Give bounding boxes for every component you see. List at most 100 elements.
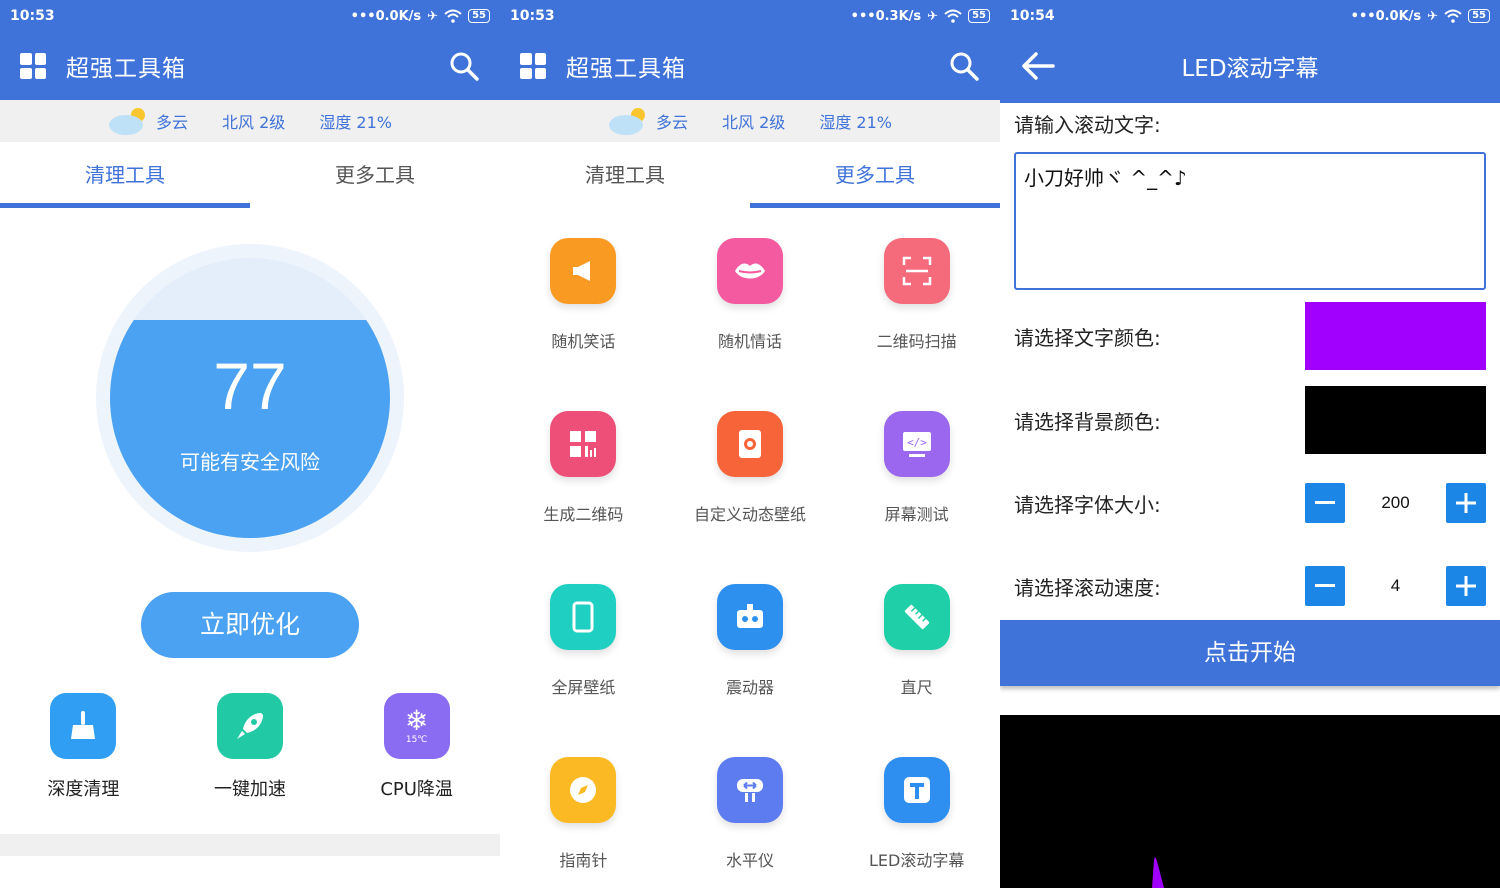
- speed-row: 请选择滚动速度: 4: [1014, 566, 1486, 606]
- airplane-icon: ✈: [427, 8, 439, 24]
- quick-actions: 深度清理 一键加速 ❄ 15℃ CPU降温: [0, 693, 500, 801]
- app-bar: LED滚动字幕: [1000, 32, 1500, 100]
- scan-icon: [883, 238, 950, 304]
- tool-random-love-words[interactable]: 随机情话: [667, 238, 834, 411]
- wallpaper-icon: [716, 411, 783, 477]
- tool-led-scroll-text[interactable]: LED滚动字幕: [833, 757, 1000, 888]
- quick-cpu-cool[interactable]: ❄ 15℃ CPU降温: [337, 693, 497, 801]
- weather-wind: 北风 2级: [222, 113, 286, 132]
- svg-text:</>: </>: [907, 436, 927, 449]
- wifi-icon: [944, 9, 962, 23]
- app-bar: 超强工具箱: [500, 32, 1000, 100]
- tab-more-tools[interactable]: 更多工具: [250, 142, 500, 208]
- divider: [0, 834, 500, 856]
- speed-decrease-button[interactable]: [1305, 566, 1345, 606]
- text-color-swatch[interactable]: [1305, 302, 1486, 370]
- quick-deep-clean[interactable]: 深度清理: [3, 693, 163, 801]
- security-score: 77: [213, 349, 287, 423]
- compass-icon: [550, 757, 617, 823]
- status-bar: 10:54 •••0.0K/s ✈ 55: [1000, 0, 1500, 32]
- input-label: 请输入滚动文字:: [1014, 113, 1161, 137]
- battery-icon: 55: [968, 9, 990, 23]
- network-speed: •••0.0K/s: [350, 8, 422, 24]
- tool-generate-qr[interactable]: 生成二维码: [500, 411, 667, 584]
- bg-color-swatch[interactable]: [1305, 386, 1486, 454]
- rocket-icon: [216, 693, 283, 759]
- weather-humidity: 湿度 21%: [319, 113, 392, 132]
- vibrator-icon: [716, 584, 783, 650]
- tool-screen-test[interactable]: </> 屏幕测试: [833, 411, 1000, 584]
- status-bar: 10:53 •••0.0K/s ✈ 55: [0, 0, 500, 32]
- back-arrow-icon[interactable]: [1020, 48, 1056, 84]
- wifi-icon: [1444, 9, 1462, 23]
- tool-fullscreen-wallpaper[interactable]: 全屏壁纸: [500, 584, 667, 757]
- menu-grid-icon[interactable]: [520, 53, 546, 79]
- scroll-text-input[interactable]: 小刀好帅ヾ ^_^♪: [1014, 152, 1486, 290]
- airplane-icon: ✈: [1427, 8, 1439, 24]
- screen-more-tools: 10:53 •••0.3K/s ✈ 55 超强工具箱 多云 北风 2级 湿度 2…: [500, 0, 1000, 888]
- tool-level[interactable]: 水平仪: [667, 757, 834, 888]
- status-time: 10:53: [10, 8, 55, 24]
- tool-compass[interactable]: 指南针: [500, 757, 667, 888]
- tool-custom-live-wallpaper[interactable]: 自定义动态壁纸: [667, 411, 834, 584]
- app-title: 超强工具箱: [66, 56, 186, 82]
- font-size-value: 200: [1381, 493, 1410, 512]
- tool-ruler[interactable]: 直尺: [833, 584, 1000, 757]
- security-status: 可能有安全风险: [180, 450, 320, 474]
- snowflake-icon: ❄ 15℃: [383, 693, 450, 759]
- megaphone-icon: [550, 238, 617, 304]
- level-icon: [716, 757, 783, 823]
- qrcode-icon: [550, 411, 617, 477]
- tools-grid: 随机笑话 随机情话 二维码扫描 生成二维码 自定义动态壁纸 </> 屏幕测试 全…: [500, 238, 1000, 888]
- led-preview: [1000, 715, 1500, 888]
- speed-increase-button[interactable]: [1446, 566, 1486, 606]
- menu-grid-icon[interactable]: [20, 53, 46, 79]
- weather-condition: 多云: [656, 113, 689, 132]
- start-button[interactable]: 点击开始: [1000, 620, 1500, 686]
- ruler-icon: [883, 584, 950, 650]
- tab-clean-tools[interactable]: 清理工具: [500, 142, 750, 208]
- network-speed: •••0.0K/s: [1350, 8, 1422, 24]
- tool-qr-scan[interactable]: 二维码扫描: [833, 238, 1000, 411]
- screen-test-icon: </>: [883, 411, 950, 477]
- page-title: LED滚动字幕: [1181, 56, 1319, 82]
- app-title: 超强工具箱: [566, 56, 686, 82]
- tab-bar: 清理工具 更多工具: [0, 142, 500, 208]
- font-size-decrease-button[interactable]: [1305, 483, 1345, 523]
- weather-condition: 多云: [156, 113, 189, 132]
- search-icon[interactable]: [448, 50, 480, 82]
- search-icon[interactable]: [948, 50, 980, 82]
- text-color-row: 请选择文字颜色:: [1014, 302, 1486, 370]
- battery-icon: 55: [468, 9, 490, 23]
- phone-icon: [550, 584, 617, 650]
- font-size-increase-button[interactable]: [1446, 483, 1486, 523]
- status-time: 10:53: [510, 8, 555, 24]
- header: 10:53 •••0.0K/s ✈ 55 超强工具箱: [0, 0, 500, 100]
- quick-speed-up[interactable]: 一键加速: [170, 693, 330, 801]
- tab-indicator: [750, 203, 1000, 208]
- broom-icon: [50, 693, 117, 759]
- weather-humidity: 湿度 21%: [819, 113, 892, 132]
- weather-wind: 北风 2级: [722, 113, 786, 132]
- screen-clean-tools: 10:53 •••0.0K/s ✈ 55 超强工具箱 多云 北风 2级 湿度 2…: [0, 0, 500, 888]
- status-time: 10:54: [1010, 8, 1055, 24]
- optimize-button[interactable]: 立即优化: [141, 592, 359, 658]
- tool-vibrator[interactable]: 震动器: [667, 584, 834, 757]
- header: 10:54 •••0.0K/s ✈ 55 LED滚动字幕: [1000, 0, 1500, 103]
- font-size-stepper: 200: [1305, 483, 1486, 523]
- weather-bar: 多云 北风 2级 湿度 21%: [500, 100, 1000, 142]
- battery-icon: 55: [1468, 9, 1490, 23]
- header: 10:53 •••0.3K/s ✈ 55 超强工具箱: [500, 0, 1000, 100]
- lips-icon: [716, 238, 783, 304]
- led-text-glyph: [1152, 857, 1164, 888]
- tab-more-tools[interactable]: 更多工具: [750, 142, 1000, 208]
- cloudy-sun-icon: [109, 108, 146, 135]
- tab-clean-tools[interactable]: 清理工具: [0, 142, 250, 208]
- airplane-icon: ✈: [927, 8, 939, 24]
- tool-random-joke[interactable]: 随机笑话: [500, 238, 667, 411]
- tab-indicator: [0, 203, 250, 208]
- bg-color-row: 请选择背景颜色:: [1014, 386, 1486, 454]
- led-form: 请输入滚动文字: 小刀好帅ヾ ^_^♪: [1000, 109, 1500, 290]
- status-bar: 10:53 •••0.3K/s ✈ 55: [500, 0, 1000, 32]
- wifi-icon: [444, 9, 462, 23]
